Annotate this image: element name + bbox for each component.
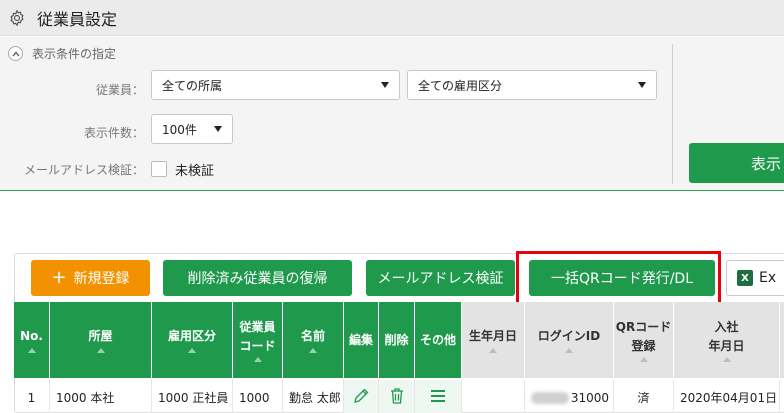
- caret-down-icon: [381, 82, 389, 88]
- sort-icon: [27, 347, 36, 353]
- cell-no: 1: [14, 380, 50, 413]
- col-header-join-line1: 入社: [714, 319, 739, 334]
- new-register-label: 新規登録: [73, 271, 130, 287]
- other-menu-button[interactable]: [415, 380, 462, 413]
- trash-icon: [389, 387, 405, 408]
- col-header-dept-label: 所屋: [88, 329, 113, 344]
- col-header-dept[interactable]: 所屋: [50, 302, 152, 378]
- col-header-type[interactable]: 雇用区分: [152, 302, 233, 378]
- cell-login: 31000: [525, 380, 614, 413]
- cell-name[interactable]: 勤怠 太郎: [283, 380, 344, 413]
- delete-button[interactable]: [379, 380, 415, 413]
- col-header-delete: 削除: [379, 302, 415, 378]
- highlight-box: [516, 251, 721, 307]
- count-select[interactable]: 100件: [151, 114, 233, 144]
- unverified-checkbox-label: 未検証: [175, 164, 215, 179]
- col-header-join[interactable]: 入社 年月日: [674, 302, 780, 378]
- restore-deleted-button[interactable]: 削除済み従業員の復帰: [163, 260, 352, 296]
- sort-icon: [188, 347, 196, 353]
- title-bar: 従業員設定: [0, 0, 784, 36]
- email-verify-button[interactable]: メールアドレス検証: [366, 260, 515, 296]
- employment-type-select[interactable]: 全ての雇用区分: [407, 70, 657, 100]
- sort-icon: [253, 357, 262, 363]
- col-header-next: [780, 302, 784, 378]
- filter-header[interactable]: 表示条件の指定: [8, 45, 116, 62]
- col-header-other: その他: [415, 302, 462, 378]
- menu-icon: [430, 389, 446, 406]
- col-header-login-label: ログインID: [537, 329, 601, 344]
- col-header-other-label: その他: [419, 332, 456, 347]
- col-header-qr-line2: 登録: [631, 338, 656, 353]
- department-select[interactable]: 全ての所属: [151, 70, 400, 100]
- show-button-label: 表示: [751, 154, 782, 173]
- col-header-code-line1: 従業員: [239, 319, 276, 334]
- filter-header-label: 表示条件の指定: [32, 47, 117, 61]
- sort-icon: [309, 347, 317, 353]
- cell-join: 2020年04月01日: [674, 380, 780, 413]
- cell-login-suffix: 31000: [570, 390, 609, 405]
- col-header-join-line2: 年月日: [708, 338, 745, 353]
- employee-label: 従業員：: [95, 83, 144, 97]
- sort-icon: [639, 357, 648, 363]
- cell-dept: 1000 本社: [50, 380, 152, 413]
- cell-type: 1000 正社員: [152, 380, 233, 413]
- sort-icon: [96, 347, 105, 353]
- excel-button[interactable]: X Ex: [726, 260, 784, 296]
- cell-qr: 済: [614, 380, 674, 413]
- show-button[interactable]: 表示: [689, 143, 784, 183]
- excel-button-label: Ex: [759, 270, 777, 286]
- count-label: 表示件数：: [83, 126, 144, 140]
- col-header-birth-label: 生年月日: [468, 329, 517, 344]
- new-register-button[interactable]: + 新規登録: [31, 260, 150, 296]
- edit-button[interactable]: [344, 380, 379, 413]
- excel-icon: X: [737, 270, 753, 286]
- cell-code: 1000: [233, 380, 283, 413]
- col-header-code-line2: コード: [239, 338, 276, 353]
- plus-icon: +: [51, 267, 67, 288]
- page-title: 従業員設定: [37, 9, 118, 29]
- chevron-up-icon[interactable]: [8, 46, 23, 61]
- col-header-delete-label: 削除: [384, 332, 409, 347]
- count-select-value: 100件: [162, 122, 197, 137]
- email-verify-button-label: メールアドレス検証: [377, 271, 504, 287]
- email-verify-label: メールアドレス検証：: [23, 163, 144, 177]
- employment-type-select-value: 全ての雇用区分: [418, 78, 503, 93]
- caret-down-icon: [214, 126, 222, 132]
- department-select-value: 全ての所属: [162, 78, 223, 93]
- unverified-checkbox[interactable]: [151, 161, 167, 177]
- col-header-qr-line1: QRコード: [615, 319, 672, 334]
- gear-icon[interactable]: [7, 8, 27, 28]
- redacted-mask: [531, 391, 569, 404]
- cell-birth: [462, 380, 525, 413]
- col-header-edit: 編集: [344, 302, 379, 378]
- filter-panel: 表示条件の指定 従業員： 全ての所属 全ての雇用区分 表示件数： 100件 メー…: [0, 37, 784, 191]
- sort-icon: [722, 357, 731, 363]
- col-header-name-label: 名前: [300, 329, 325, 344]
- col-header-birth[interactable]: 生年月日: [462, 302, 525, 378]
- panel-divider: [672, 44, 673, 184]
- pencil-icon: [352, 387, 370, 408]
- restore-deleted-label: 削除済み従業員の復帰: [187, 271, 328, 287]
- col-header-login[interactable]: ログインID: [525, 302, 614, 378]
- caret-down-icon: [638, 82, 646, 88]
- col-header-no-label: No.: [20, 329, 43, 344]
- sort-icon: [565, 347, 573, 353]
- col-header-no[interactable]: No.: [14, 302, 50, 378]
- col-header-name[interactable]: 名前: [283, 302, 344, 378]
- col-header-qr[interactable]: QRコード 登録: [614, 302, 674, 378]
- col-header-code[interactable]: 従業員 コード: [233, 302, 283, 378]
- col-header-type-label: 雇用区分: [167, 329, 216, 344]
- sort-icon: [489, 347, 497, 353]
- col-header-edit-label: 編集: [348, 332, 373, 347]
